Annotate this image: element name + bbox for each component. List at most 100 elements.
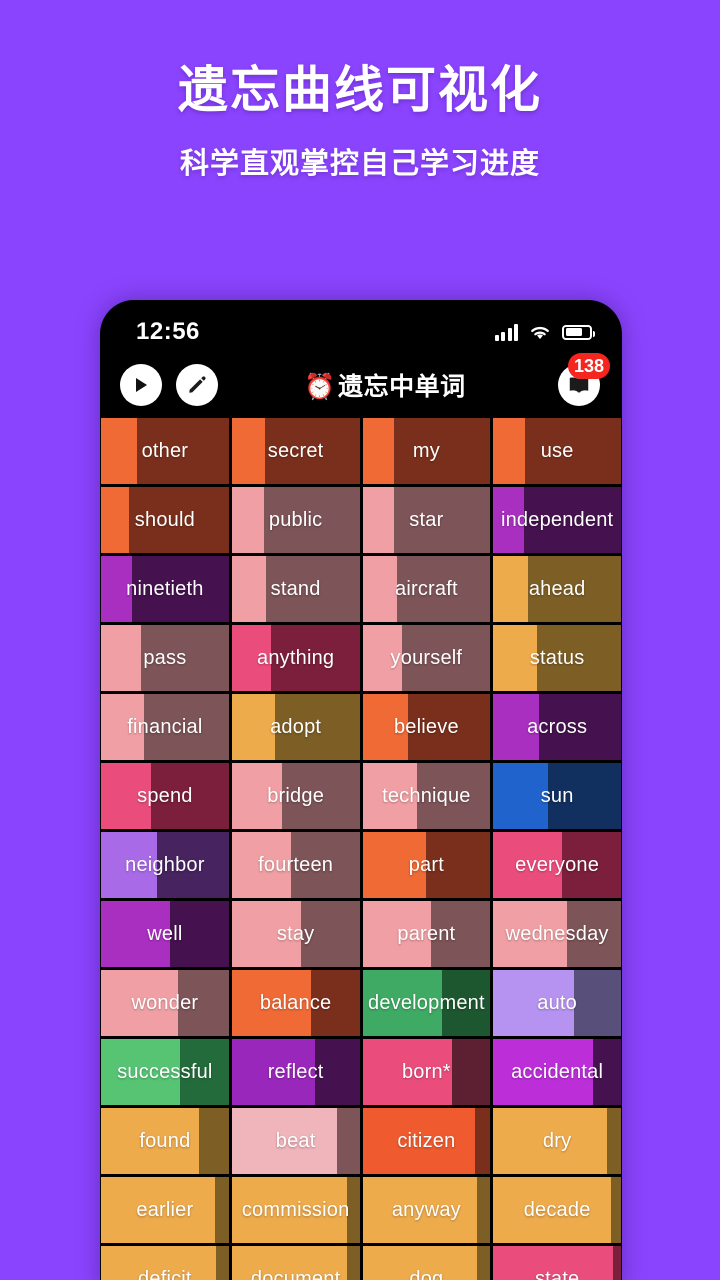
word-cell-label: commission — [241, 1198, 350, 1221]
word-cell[interactable]: across — [493, 694, 621, 760]
word-cell-label: development — [368, 991, 485, 1014]
word-cell-label: citizen — [397, 1129, 456, 1152]
word-cell[interactable]: document — [231, 1246, 360, 1280]
word-cell[interactable]: financial — [101, 694, 229, 760]
word-cell[interactable]: star — [362, 487, 491, 553]
word-cell[interactable]: believe — [362, 694, 491, 760]
word-cell-label: anyway — [391, 1198, 461, 1221]
word-cell[interactable]: spend — [101, 763, 229, 829]
word-cell-label: believe — [393, 715, 459, 738]
word-cell-label: spend — [137, 784, 193, 807]
word-cell-label: star — [409, 508, 444, 531]
word-cell[interactable]: balance — [231, 970, 360, 1036]
word-cell[interactable]: stay — [231, 901, 360, 967]
signal-bars-icon — [494, 323, 518, 341]
word-cell-label: well — [147, 922, 183, 945]
word-cell-label: balance — [259, 991, 332, 1014]
status-bar-icons — [494, 323, 595, 341]
app-header-title: ⏰遗忘中单词 — [212, 367, 558, 403]
word-cell-label: wonder — [131, 991, 199, 1014]
word-grid: other secret my use should public star independ… — [100, 418, 622, 1280]
word-cell[interactable]: beat — [231, 1108, 360, 1174]
edit-pencil-icon — [189, 376, 206, 393]
word-cell-label: accidental — [511, 1060, 604, 1083]
word-cell-label: auto — [537, 991, 577, 1014]
word-cell[interactable]: state — [493, 1246, 621, 1280]
word-cell-label: across — [527, 715, 588, 738]
word-cell-label: should — [134, 508, 195, 531]
play-button[interactable] — [120, 364, 162, 406]
word-cell[interactable]: born* — [362, 1039, 491, 1105]
word-cell[interactable]: anyway — [362, 1177, 491, 1243]
word-cell-progress-fill — [231, 556, 267, 622]
word-cell-label: independent — [500, 508, 614, 531]
word-cell-label: adopt — [270, 715, 322, 738]
word-cell[interactable]: found — [101, 1108, 229, 1174]
word-cell[interactable]: status — [493, 625, 621, 691]
word-cell[interactable]: well — [101, 901, 229, 967]
word-cell[interactable]: fourteen — [231, 832, 360, 898]
word-cell[interactable]: stand — [231, 556, 360, 622]
word-cell-label: deficit — [138, 1267, 192, 1280]
word-cell[interactable]: independent — [493, 487, 621, 553]
word-cell[interactable]: aircraft — [362, 556, 491, 622]
word-cell[interactable]: ninetieth — [101, 556, 229, 622]
word-cell[interactable]: auto — [493, 970, 621, 1036]
word-cell[interactable]: technique — [362, 763, 491, 829]
word-cell[interactable]: earlier — [101, 1177, 229, 1243]
word-cell-label: fourteen — [258, 853, 334, 876]
word-cell[interactable]: everyone — [493, 832, 621, 898]
word-cell-label: technique — [382, 784, 471, 807]
word-cell[interactable]: should — [101, 487, 229, 553]
word-cell[interactable]: decade — [493, 1177, 621, 1243]
word-cell[interactable]: deficit — [101, 1246, 229, 1280]
word-cell[interactable]: development — [362, 970, 491, 1036]
word-cell-progress-fill — [362, 556, 397, 622]
word-cell[interactable]: commission — [231, 1177, 360, 1243]
word-cell-label: pass — [143, 646, 187, 669]
word-cell-progress-fill — [231, 487, 264, 553]
word-cell[interactable]: anything — [231, 625, 360, 691]
book-button[interactable]: 138 — [558, 353, 610, 406]
word-cell[interactable]: my — [362, 418, 491, 484]
word-cell[interactable]: secret — [231, 418, 360, 484]
word-cell[interactable]: sun — [493, 763, 621, 829]
word-cell[interactable]: pass — [101, 625, 229, 691]
word-cell[interactable]: wonder — [101, 970, 229, 1036]
play-icon — [136, 378, 147, 392]
word-cell[interactable]: dry — [493, 1108, 621, 1174]
word-cell-label: everyone — [515, 853, 600, 876]
word-cell-label: ahead — [528, 577, 586, 600]
word-cell[interactable]: citizen — [362, 1108, 491, 1174]
word-cell[interactable]: accidental — [493, 1039, 621, 1105]
word-cell-label: status — [529, 646, 585, 669]
word-cell[interactable]: bridge — [231, 763, 360, 829]
word-cell[interactable]: public — [231, 487, 360, 553]
word-cell[interactable]: dog — [362, 1246, 491, 1280]
word-cell[interactable]: use — [493, 418, 621, 484]
battery-icon — [562, 324, 595, 340]
word-cell-label: parent — [397, 922, 456, 945]
word-cell[interactable]: wednesday — [493, 901, 621, 967]
word-cell[interactable]: reflect — [231, 1039, 360, 1105]
word-cell[interactable]: successful — [101, 1039, 229, 1105]
word-cell-label: wednesday — [505, 922, 609, 945]
word-cell[interactable]: other — [101, 418, 229, 484]
word-cell-label: reflect — [267, 1060, 324, 1083]
promo-block: 遗忘曲线可视化 科学直观掌控自己学习进度 — [0, 0, 720, 182]
word-cell-progress-fill — [101, 625, 141, 691]
word-cell[interactable]: neighbor — [101, 832, 229, 898]
promo-subtitle: 科学直观掌控自己学习进度 — [179, 147, 540, 180]
word-cell[interactable]: adopt — [231, 694, 360, 760]
word-cell-label: stand — [270, 577, 321, 600]
word-cell[interactable]: ahead — [493, 556, 621, 622]
word-cell-label: financial — [127, 715, 203, 738]
word-cell-progress-fill — [493, 418, 526, 484]
word-cell-label: earlier — [136, 1198, 194, 1221]
word-cell-label: other — [141, 439, 189, 462]
status-bar: 12:56 — [100, 300, 622, 352]
word-cell-progress-fill — [362, 418, 395, 484]
word-cell[interactable]: yourself — [362, 625, 491, 691]
word-cell[interactable]: parent — [362, 901, 491, 967]
word-cell[interactable]: part — [362, 832, 491, 898]
